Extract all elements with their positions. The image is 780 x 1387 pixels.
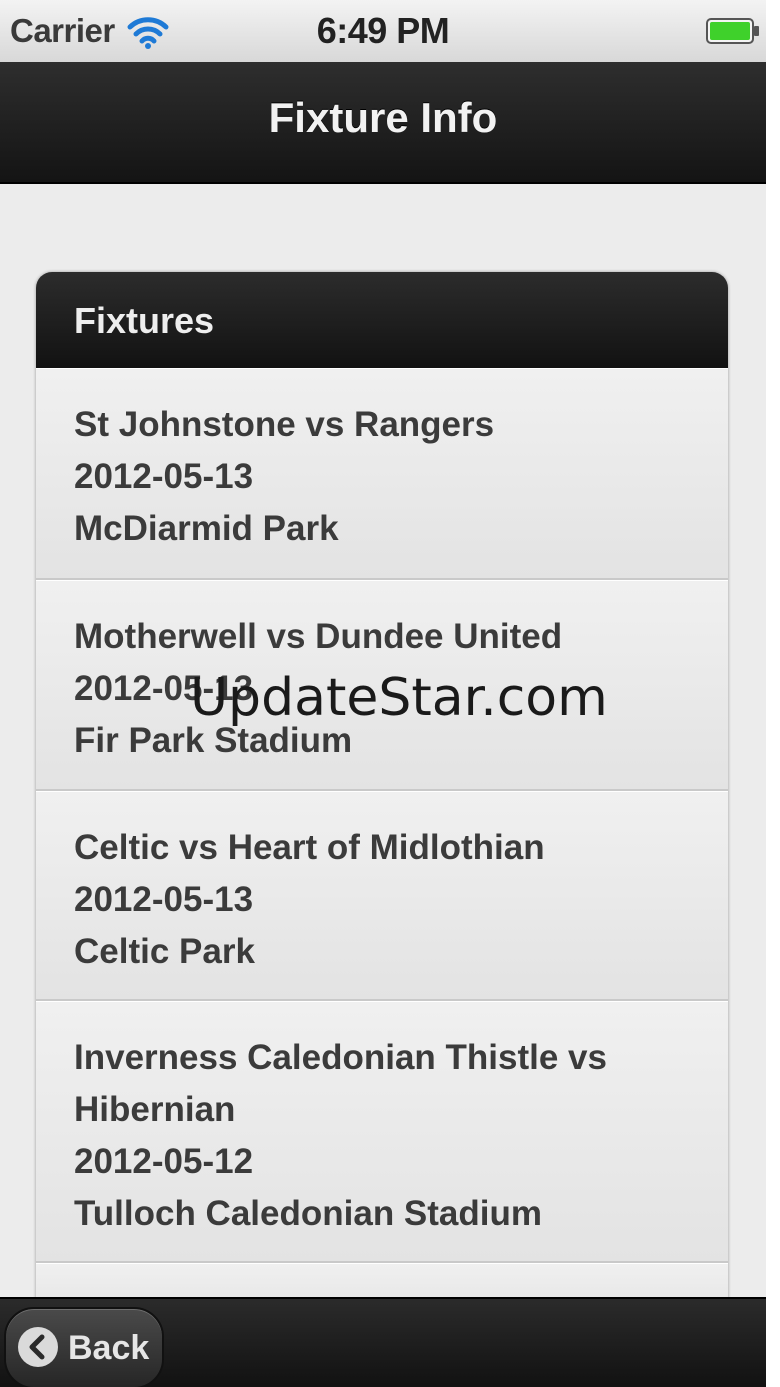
fixture-match: Celtic vs Heart of Midlothian <box>74 828 545 867</box>
fixture-match: Motherwell vs Dundee United <box>74 617 563 656</box>
fixture-list-item[interactable]: Celtic vs Heart of Midlothian 2012-05-13… <box>36 791 728 1001</box>
fixture-list-item[interactable]: Inverness Caledonian Thistle vs Hibernia… <box>36 1001 728 1263</box>
content-area[interactable]: Fixtures St Johnstone vs Rangers 2012-05… <box>0 184 766 1302</box>
status-bar: Carrier 6:49 PM <box>0 0 766 63</box>
fixture-match: Inverness Caledonian Thistle vs Hibernia… <box>74 1038 607 1129</box>
fixture-date: 2012-05-12 <box>74 1142 254 1181</box>
back-button-label: Back <box>68 1329 150 1367</box>
navigation-bar: Fixture Info <box>0 62 766 184</box>
watermark: UpdateStar.com <box>190 668 608 728</box>
fixture-date: 2012-05-13 <box>74 457 254 496</box>
screenshot-border <box>766 0 780 1387</box>
fixture-venue: Tulloch Caledonian Stadium <box>74 1194 542 1233</box>
fixture-list-item[interactable]: St Johnstone vs Rangers 2012-05-13 McDia… <box>36 368 728 580</box>
fixture-venue: McDiarmid Park <box>74 509 339 548</box>
fixture-date: 2012-05-13 <box>74 880 254 919</box>
back-button[interactable]: Back <box>4 1307 164 1387</box>
chevron-left-icon <box>18 1327 58 1367</box>
fixtures-list: Fixtures St Johnstone vs Rangers 2012-05… <box>36 272 728 1302</box>
page-title: Fixture Info <box>268 94 498 141</box>
bottom-toolbar: Back <box>0 1297 766 1387</box>
clock-time: 6:49 PM <box>316 10 450 51</box>
fixtures-list-header: Fixtures <box>36 272 728 368</box>
fixture-match: St Johnstone vs Rangers <box>74 405 495 444</box>
battery-icon <box>706 17 760 45</box>
fixture-venue: Celtic Park <box>74 932 255 971</box>
fixtures-header-label: Fixtures <box>74 300 215 341</box>
phone-screen: Carrier 6:49 PM Fixture Info Fixtures St… <box>0 0 766 1387</box>
